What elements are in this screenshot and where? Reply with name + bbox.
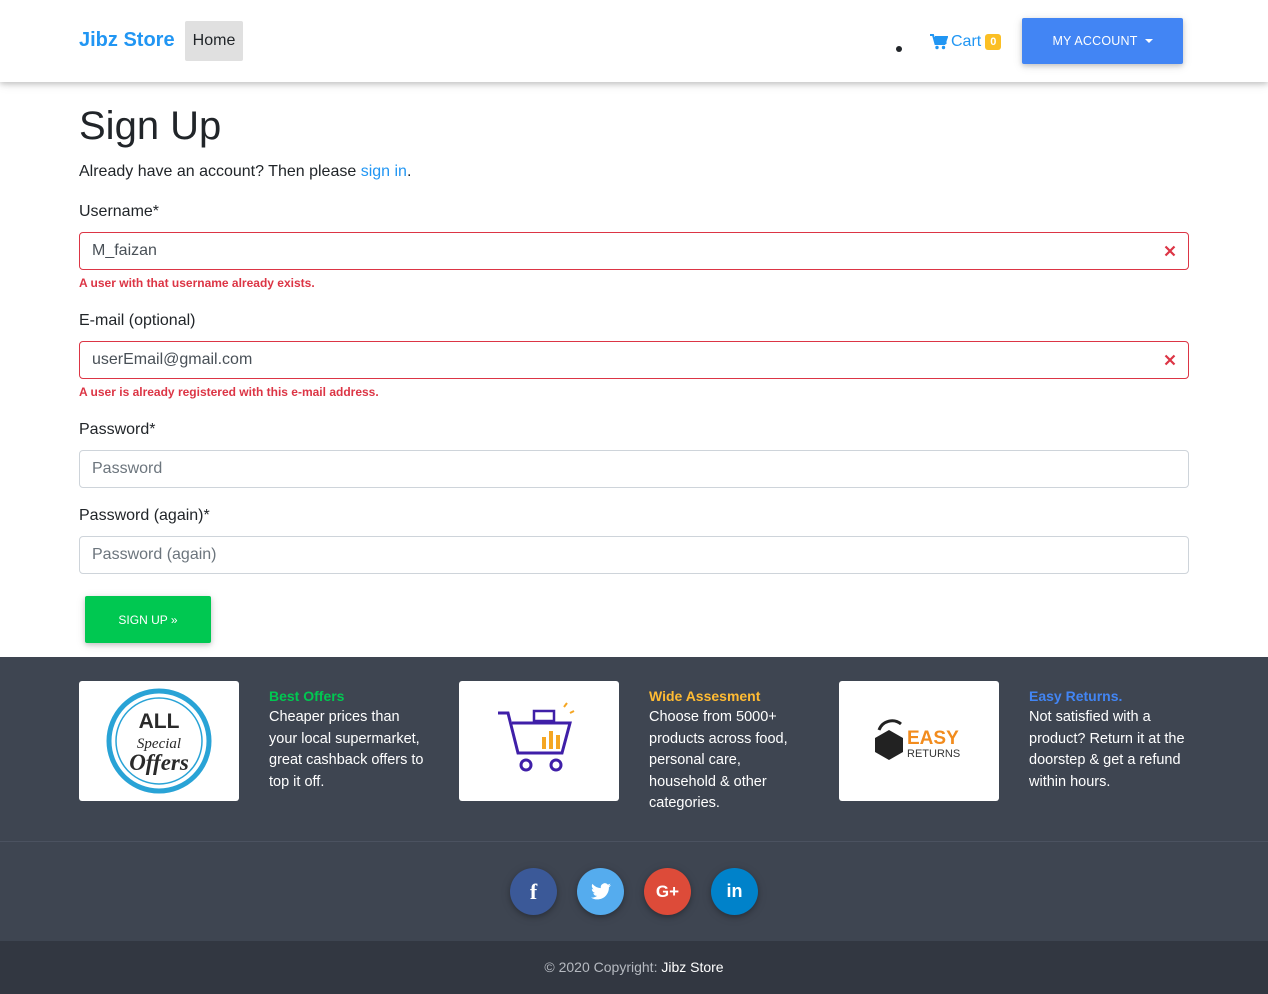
- facebook-icon: f: [529, 878, 538, 904]
- cart-link[interactable]: Cart 0: [930, 32, 1002, 52]
- feature-title-easy-returns: Easy Returns.: [1029, 688, 1123, 704]
- password-again-label: Password (again)*: [79, 507, 210, 524]
- feature-text-best-offers: Cheaper prices than your local supermark…: [269, 709, 424, 790]
- password-input[interactable]: Password: [79, 450, 1189, 488]
- invalid-x-icon: [1164, 245, 1176, 257]
- signin-prompt-text: Already have an account? Then please: [79, 163, 361, 180]
- cart-icon: [930, 34, 948, 50]
- special-offers-image: ALL Special Offers: [79, 681, 239, 801]
- email-error: A user is already registered with this e…: [79, 385, 379, 399]
- easy-returns-logo: EASY RETURNS: [875, 719, 960, 760]
- username-label: Username*: [79, 203, 160, 220]
- easy-returns-logo-top: EASY: [907, 728, 959, 749]
- sign-in-link[interactable]: sign in: [361, 163, 407, 180]
- signin-prompt-suffix: .: [406, 163, 412, 180]
- twitter-button[interactable]: [577, 868, 624, 915]
- easy-returns-logo-bottom: RETURNS: [907, 748, 960, 760]
- password-label: Password*: [79, 421, 156, 438]
- email-value: userEmail@gmail.com: [92, 351, 253, 368]
- my-account-dropdown-button[interactable]: MY ACCOUNT: [1022, 18, 1183, 64]
- offers-logo-text-bot: Offers: [129, 750, 189, 775]
- linkedin-icon: in: [726, 881, 743, 901]
- password-again-placeholder: Password (again): [92, 546, 217, 563]
- email-label: E-mail (optional): [79, 312, 196, 329]
- email-input[interactable]: userEmail@gmail.com: [79, 341, 1189, 379]
- feature-title-wide-assortment: Wide Assesment: [649, 688, 761, 704]
- username-input[interactable]: M_faizan: [79, 232, 1189, 270]
- copyright: © 2020 Copyright: Jibz Store: [0, 959, 1268, 975]
- twitter-icon: [590, 883, 611, 900]
- shopping-cart-icon: [498, 702, 575, 772]
- google-plus-icon: G+: [655, 881, 680, 901]
- caret-down-icon: [1144, 39, 1153, 43]
- sign-up-button[interactable]: SIGN UP »: [85, 596, 211, 643]
- nav-bullet: [896, 46, 902, 52]
- easy-returns-image: EASY RETURNS: [839, 681, 999, 801]
- page-title: Sign Up: [79, 104, 222, 148]
- signin-prompt: Already have an account? Then please sig…: [79, 163, 411, 181]
- username-value: M_faizan: [92, 242, 157, 259]
- navbar: Jibz Store Home Cart 0 MY ACCOUNT: [0, 0, 1268, 82]
- wide-assortment-image: [459, 681, 619, 801]
- social-band: [0, 842, 1268, 941]
- my-account-label: MY ACCOUNT: [1052, 34, 1138, 48]
- brand-logo[interactable]: Jibz Store: [79, 29, 175, 52]
- feature-title-best-offers: Best Offers: [269, 688, 345, 704]
- linkedin-button[interactable]: in: [711, 868, 758, 915]
- copyright-text: © 2020 Copyright:: [544, 959, 662, 975]
- password-again-input[interactable]: Password (again): [79, 536, 1189, 574]
- invalid-x-icon: [1164, 354, 1176, 366]
- cart-count-badge: 0: [985, 34, 1002, 50]
- cart-label: Cart: [951, 33, 982, 50]
- feature-text-wide-assortment: Choose from 5000+ products across food, …: [649, 709, 788, 811]
- facebook-button[interactable]: f: [510, 868, 557, 915]
- password-placeholder: Password: [92, 460, 163, 477]
- feature-text-easy-returns: Not satisfied with a product? Return it …: [1029, 709, 1185, 790]
- nav-home-link[interactable]: Home: [185, 21, 243, 61]
- google-plus-button[interactable]: G+: [644, 868, 691, 915]
- offers-logo-text-top: ALL: [139, 710, 180, 733]
- special-offers-logo: ALL Special Offers: [106, 688, 212, 794]
- username-error: A user with that username already exists…: [79, 276, 315, 290]
- copyright-link[interactable]: Jibz Store: [661, 959, 723, 975]
